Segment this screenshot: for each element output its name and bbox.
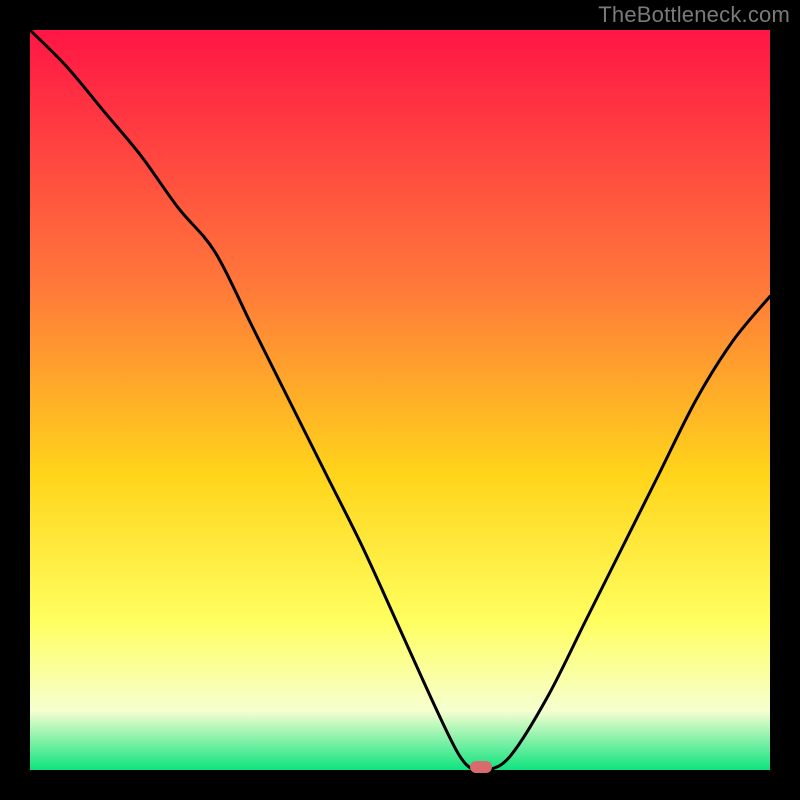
- site-watermark: TheBottleneck.com: [598, 2, 790, 28]
- gradient-background: [30, 30, 770, 770]
- optimal-point-marker: [470, 761, 492, 773]
- bottleneck-curve-plot: [30, 30, 770, 770]
- chart-frame: TheBottleneck.com: [0, 0, 800, 800]
- plot-area: [30, 30, 770, 770]
